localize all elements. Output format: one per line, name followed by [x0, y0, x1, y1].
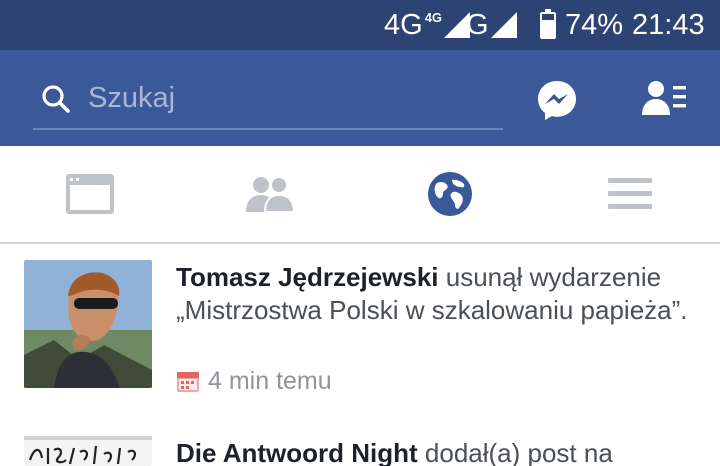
notification-text: Die Antwoord Night dodał(a) post na [176, 437, 696, 466]
globe-icon [428, 172, 472, 216]
notification-text: Tomasz Jędrzejewski usunął wydarzenie „M… [176, 261, 696, 327]
tab-bar [0, 146, 720, 244]
tab-friends[interactable] [180, 146, 360, 242]
notification-meta: 4 min temu [176, 366, 332, 396]
notification-item[interactable]: Die Antwoord Night dodał(a) post na [0, 434, 720, 466]
notification-action: dodał(a) post na [417, 438, 613, 466]
network-label: 4G [384, 8, 423, 41]
page-thumbnail [24, 436, 152, 466]
friends-icon [246, 176, 295, 213]
news-feed-icon [66, 174, 114, 214]
tab-news-feed[interactable] [0, 146, 180, 242]
tab-notifications[interactable] [360, 146, 540, 242]
battery-icon [540, 9, 556, 39]
signal-icon [490, 12, 517, 38]
status-bar: 4G 4G G 74% 21:43 [0, 0, 720, 50]
hamburger-icon [608, 178, 652, 209]
calendar-icon [177, 372, 199, 392]
network-label-small: 4G [424, 9, 443, 25]
notification-item[interactable]: Tomasz Jędrzejewski usunął wydarzenie „M… [0, 244, 720, 434]
top-bar [0, 50, 720, 146]
tab-menu[interactable] [540, 146, 720, 242]
messenger-icon[interactable] [536, 79, 578, 121]
network2-label: G [466, 8, 489, 41]
search-bar[interactable] [33, 70, 503, 130]
clock: 21:43 [632, 8, 705, 41]
battery-percent: 74% [565, 8, 624, 41]
search-icon [42, 85, 70, 113]
notification-time: 4 min temu [208, 366, 332, 395]
network-g-indicator: G [466, 0, 517, 50]
avatar [24, 260, 152, 388]
friend-requests-icon[interactable] [642, 80, 688, 116]
search-input[interactable] [88, 78, 488, 118]
network-4g-indicator: 4G 4G [384, 0, 471, 50]
actor-name[interactable]: Tomasz Jędrzejewski [176, 262, 439, 292]
notifications-list: Tomasz Jędrzejewski usunął wydarzenie „M… [0, 244, 720, 466]
actor-name[interactable]: Die Antwoord Night [176, 438, 418, 466]
